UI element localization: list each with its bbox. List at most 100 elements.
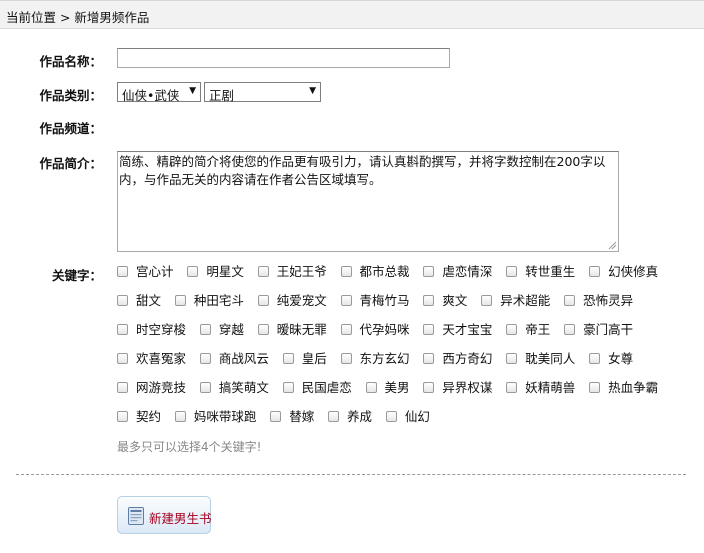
keyword-option[interactable]: 天才宝宝 — [423, 320, 492, 340]
work-name-label: 作品名称： — [39, 54, 102, 69]
checkbox[interactable] — [117, 266, 128, 277]
checkbox[interactable] — [385, 411, 397, 422]
keyword-option[interactable]: 甜文 — [117, 291, 161, 311]
checkbox[interactable] — [423, 266, 435, 277]
keyword-option[interactable]: 妖精萌兽 — [506, 378, 575, 398]
checkbox[interactable] — [174, 411, 186, 422]
keyword-option[interactable]: 耽美同人 — [506, 349, 575, 369]
keyword-option[interactable]: 异界权谋 — [423, 378, 492, 398]
keyword-option[interactable]: 替嫁 — [270, 407, 314, 427]
keyword-option[interactable]: 爽文 — [423, 291, 467, 311]
keyword-option[interactable]: 西方奇幻 — [423, 349, 492, 369]
keyword-option[interactable]: 纯爱宠文 — [257, 291, 327, 311]
keyword-option[interactable]: 女尊 — [589, 349, 633, 369]
keyword-option[interactable]: 时空穿梭 — [117, 320, 186, 340]
checkbox[interactable] — [257, 295, 269, 306]
checkbox[interactable] — [257, 266, 269, 277]
keyword-option[interactable]: 商战风云 — [199, 349, 269, 369]
keyword-option[interactable]: 种田宅斗 — [174, 291, 244, 311]
keyword-option[interactable]: 王妃王爷 — [257, 262, 327, 282]
keyword-option[interactable]: 民国虐恋 — [282, 378, 352, 398]
checkbox[interactable] — [423, 382, 435, 393]
checkbox[interactable] — [564, 295, 576, 306]
keywords-hint: 最多只可以选择4个关键字! — [117, 440, 262, 454]
keyword-option[interactable]: 美男 — [365, 378, 410, 398]
keyword-option[interactable]: 转世重生 — [506, 262, 575, 282]
checkbox[interactable] — [117, 295, 128, 306]
create-book-button[interactable]: 新建男生书 — [117, 496, 212, 534]
work-intro-textarea[interactable]: 简练、精辟的简介将使您的作品更有吸引力，请认真斟酌撰写，并将字数控制在200字以… — [117, 151, 619, 252]
keyword-option[interactable]: 欢喜冤家 — [117, 349, 186, 369]
keyword-option[interactable]: 代孕妈咪 — [340, 320, 410, 340]
checkbox[interactable] — [270, 411, 282, 422]
checkbox[interactable] — [282, 382, 294, 393]
chevron-down-icon: ▼ — [309, 86, 316, 96]
checkbox[interactable] — [340, 266, 352, 277]
keyword-option[interactable]: 帝王 — [506, 320, 550, 340]
checkbox[interactable] — [423, 353, 435, 364]
work-category-label: 作品类别： — [39, 88, 102, 103]
checkbox[interactable] — [340, 295, 352, 306]
keyword-option[interactable]: 搞笑萌文 — [199, 378, 269, 398]
keywords-row: 契约 妈咪带球跑 替嫁 养成 仙幻 — [117, 407, 687, 436]
keyword-option[interactable]: 明星文 — [187, 262, 244, 282]
keyword-option[interactable]: 仙幻 — [385, 407, 430, 427]
checkbox[interactable] — [564, 324, 576, 335]
work-name-input[interactable] — [117, 48, 450, 68]
keyword-option[interactable]: 都市总裁 — [340, 262, 410, 282]
keyword-option[interactable]: 穿越 — [199, 320, 244, 340]
keyword-option[interactable]: 妈咪带球跑 — [174, 407, 256, 427]
checkbox[interactable] — [199, 382, 211, 393]
checkbox[interactable] — [282, 353, 294, 364]
keywords-row: 欢喜冤家 商战风云 皇后 东方玄幻 西方奇幻 耽美同人 女尊 — [117, 349, 687, 378]
create-book-button-label: 新建男生书 — [149, 511, 212, 526]
category-select-value: 仙侠•武侠 — [122, 88, 180, 103]
checkbox[interactable] — [117, 411, 128, 422]
keyword-option[interactable]: 热血争霸 — [589, 378, 658, 398]
keyword-option[interactable]: 养成 — [328, 407, 372, 427]
checkbox[interactable] — [117, 353, 128, 364]
keyword-option[interactable]: 暧昧无罪 — [257, 320, 327, 340]
keyword-option[interactable]: 宫心计 — [117, 262, 174, 282]
checkbox[interactable] — [340, 324, 352, 335]
keyword-option[interactable]: 虐恋情深 — [423, 262, 492, 282]
keywords-row: 宫心计 明星文 王妃王爷 都市总裁 虐恋情深 转世重生 幻侠修真 — [117, 262, 687, 291]
checkbox[interactable] — [257, 324, 269, 335]
keywords-row: 甜文 种田宅斗 纯爱宠文 青梅竹马 爽文 异术超能 恐怖灵异 — [117, 291, 687, 320]
checkbox[interactable] — [506, 324, 518, 335]
checkbox[interactable] — [481, 295, 493, 306]
keyword-option[interactable]: 幻侠修真 — [589, 262, 658, 282]
keyword-option[interactable]: 豪门高干 — [564, 320, 633, 340]
checkbox[interactable] — [423, 324, 435, 335]
checkbox[interactable] — [589, 382, 601, 393]
keyword-option[interactable]: 东方玄幻 — [340, 349, 410, 369]
checkbox[interactable] — [328, 411, 340, 422]
keywords-row: 时空穿梭 穿越 暧昧无罪 代孕妈咪 天才宝宝 帝王 豪门高干 — [117, 320, 687, 349]
checkbox[interactable] — [340, 353, 352, 364]
checkbox[interactable] — [174, 295, 186, 306]
checkbox[interactable] — [199, 353, 211, 364]
category-select[interactable]: 仙侠•武侠 ▼ — [117, 82, 201, 103]
checkbox[interactable] — [506, 353, 518, 364]
checkbox[interactable] — [506, 266, 518, 277]
checkbox[interactable] — [589, 266, 601, 277]
checkbox[interactable] — [365, 382, 377, 393]
resize-grip-icon[interactable] — [608, 241, 617, 250]
keyword-option[interactable]: 网游竞技 — [117, 378, 186, 398]
checkbox[interactable] — [117, 324, 128, 335]
keywords-label: 关键字： — [51, 268, 102, 283]
keyword-option[interactable]: 青梅竹马 — [340, 291, 410, 311]
work-intro-label: 作品简介： — [39, 156, 102, 171]
checkbox[interactable] — [199, 324, 211, 335]
work-intro-text: 简练、精辟的简介将使您的作品更有吸引力，请认真斟酌撰写，并将字数控制在200字以… — [119, 154, 606, 187]
checkbox[interactable] — [187, 266, 199, 277]
keyword-option[interactable]: 异术超能 — [481, 291, 550, 311]
keyword-option[interactable]: 恐怖灵异 — [564, 291, 633, 311]
keyword-option[interactable]: 皇后 — [282, 349, 327, 369]
checkbox[interactable] — [506, 382, 518, 393]
checkbox[interactable] — [589, 353, 601, 364]
keyword-option[interactable]: 契约 — [117, 407, 161, 427]
checkbox[interactable] — [423, 295, 435, 306]
checkbox[interactable] — [117, 382, 128, 393]
type-select[interactable]: 正剧 ▼ — [204, 82, 321, 103]
